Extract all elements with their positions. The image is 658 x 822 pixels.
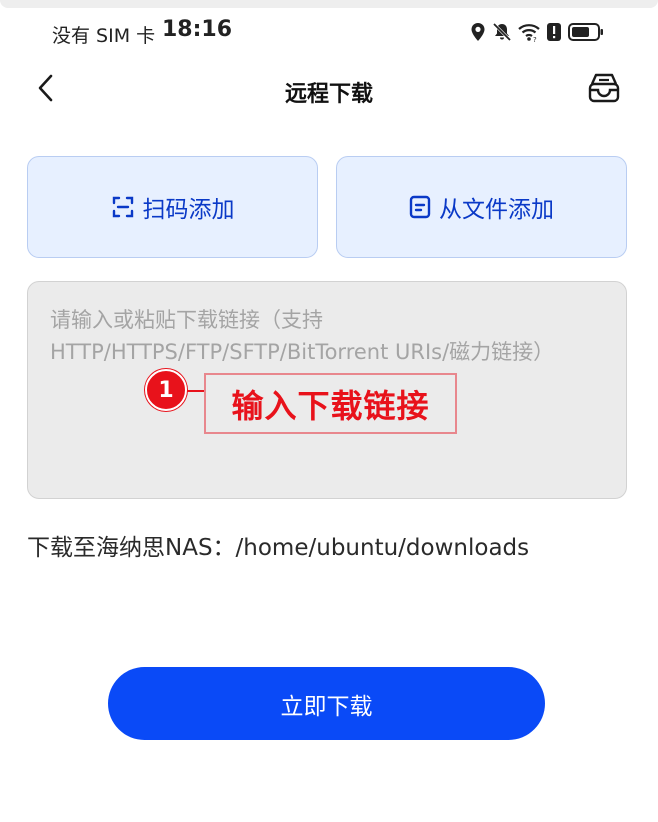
carrier-label: 没有 SIM 卡 [52,25,156,47]
battery-icon [568,22,604,42]
scan-add-button[interactable]: 扫码添加 [27,156,318,258]
remote-download-screen: 没有 SIM 卡 18:16 ? 远程下载 扫码添加 从文件添加 请输入或粘贴下… [0,0,658,822]
alert-icon [546,22,562,42]
file-add-button[interactable]: 从文件添加 [336,156,627,258]
nav-bar: 远程下载 [0,62,658,118]
status-bar: 没有 SIM 卡 18:16 ? [0,8,658,54]
status-icons: ? [470,20,604,44]
scan-add-label: 扫码添加 [142,197,235,223]
annotation-connector [186,390,206,392]
annotation-callout: 输入下载链接 [204,373,457,434]
svg-text:?: ? [533,36,537,42]
location-icon [470,22,486,42]
status-time: 18:16 [162,17,233,42]
wifi-icon: ? [518,22,540,42]
inbox-button[interactable] [584,70,624,110]
download-destination: 下载至海纳思NAS：/home/ubuntu/downloads [27,535,530,561]
file-add-label: 从文件添加 [439,197,554,223]
annotation-text: 输入下载链接 [231,386,430,425]
file-icon [409,195,431,219]
bell-off-icon [492,22,512,42]
download-now-button[interactable]: 立即下载 [108,667,545,740]
step-number-badge: 1 [145,369,187,411]
scan-icon [111,195,135,219]
page-title: 远程下载 [284,82,373,107]
screen-top-edge [0,0,658,8]
inbox-icon [587,72,621,108]
